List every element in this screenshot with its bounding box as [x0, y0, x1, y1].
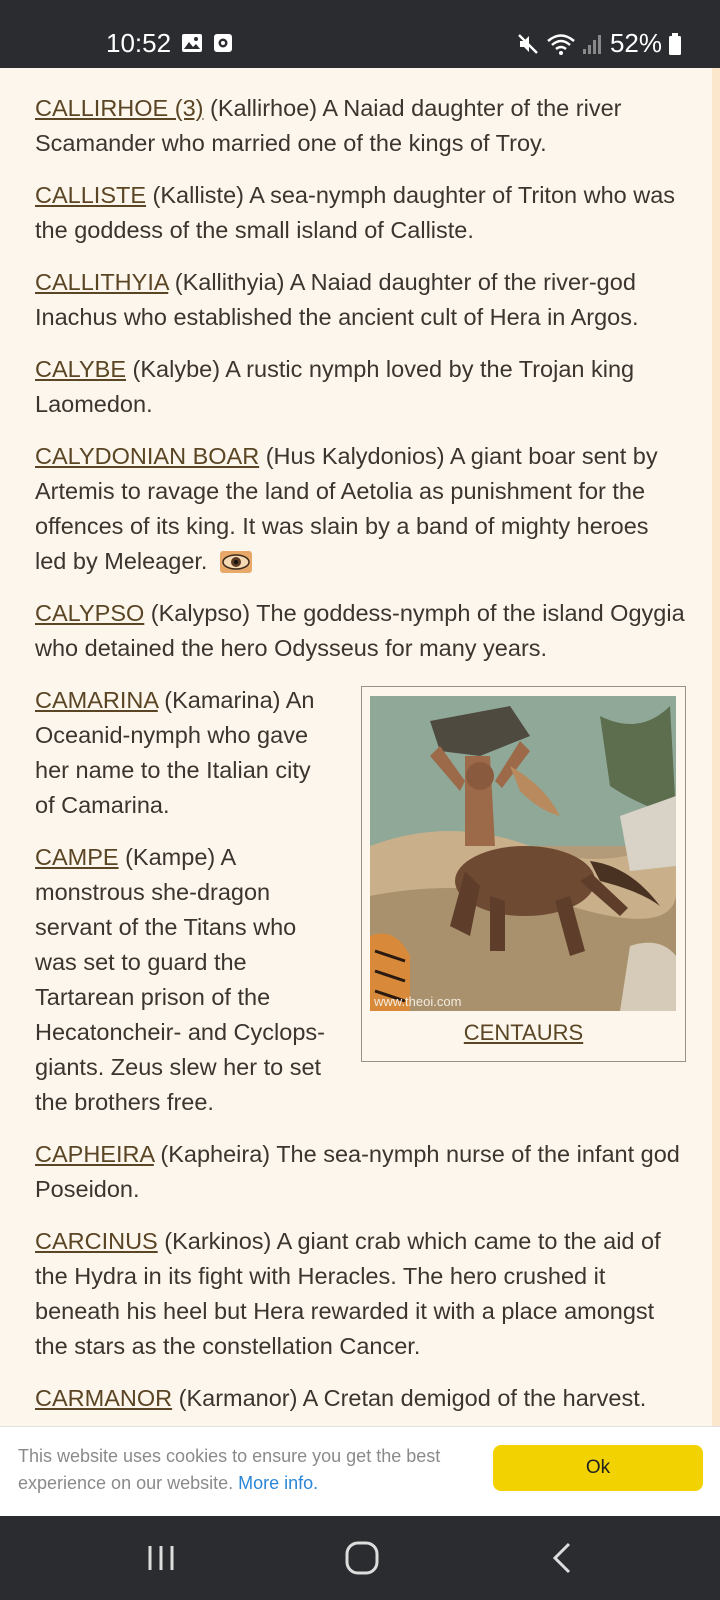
entry-link[interactable]: CARMANOR	[35, 1385, 172, 1411]
screen-record-icon	[214, 34, 232, 52]
cookie-banner: This website uses cookies to ensure you …	[0, 1426, 720, 1516]
status-time: 10:52	[106, 28, 172, 58]
system-nav-bar	[0, 1516, 720, 1600]
entry-link[interactable]: CALLISTE	[35, 182, 146, 208]
entry-link[interactable]: CALLITHYIA	[35, 269, 168, 295]
entry-link[interactable]: CAPHEIRA	[35, 1141, 154, 1167]
back-icon[interactable]	[543, 1538, 583, 1578]
cookie-text: This website uses cookies to ensure you …	[18, 1443, 458, 1497]
entry-link[interactable]: CAMPE	[35, 844, 119, 870]
more-info-link[interactable]: More info.	[238, 1473, 318, 1493]
entry-calypso: CALYPSO (Kalypso) The goddess-nymph of t…	[35, 596, 685, 666]
entry-calliste: CALLISTE (Kalliste) A sea-nymph daughter…	[35, 178, 685, 248]
status-icons-left	[181, 33, 233, 53]
entry-link[interactable]: CALYDONIAN BOAR	[35, 443, 259, 469]
article-page: CALLIRHOE (3) (Kallirhoe) A Naiad daught…	[0, 68, 720, 1515]
entry-campe: CAMPE (Kampe) A monstrous she-dragon ser…	[35, 840, 335, 1120]
cookie-message: This website uses cookies to ensure you …	[18, 1446, 441, 1493]
battery-percent: 52%	[609, 28, 662, 58]
entry-text: (Karmanor) A Cretan demigod of the harve…	[172, 1385, 647, 1411]
entry-calybe: CALYBE (Kalybe) A rustic nymph loved by …	[35, 352, 685, 422]
entry-link[interactable]: CALYBE	[35, 356, 126, 382]
figure-caption-link[interactable]: CENTAURS	[362, 1020, 685, 1046]
entry-link[interactable]: CAMARINA	[35, 687, 158, 713]
centaur-mosaic-image[interactable]: www.theoi.com	[370, 696, 676, 1011]
home-icon[interactable]	[342, 1538, 382, 1578]
entry-link[interactable]: CALLIRHOE (3)	[35, 95, 203, 121]
page-edge	[712, 68, 720, 1515]
entry-text: (Kampe) A monstrous she-dragon servant o…	[35, 844, 325, 1115]
recent-apps-icon[interactable]	[141, 1538, 181, 1578]
entry-link[interactable]: CALYPSO	[35, 600, 144, 626]
battery-icon	[669, 32, 681, 55]
figure-centaurs: www.theoi.com CENTAURS	[361, 686, 686, 1062]
cookie-ok-button[interactable]: Ok	[493, 1445, 703, 1491]
entry-callithyia: CALLITHYIA (Kallithyia) A Naiad daughter…	[35, 265, 685, 335]
mute-icon	[518, 33, 538, 54]
entry-carmanor: CARMANOR (Karmanor) A Cretan demigod of …	[35, 1381, 685, 1416]
watermark-text: www.theoi.com	[373, 994, 461, 1009]
entry-calydonian-boar: CALYDONIAN BOAR (Hus Kalydonios) A giant…	[35, 439, 685, 579]
status-icons-right: 52%	[516, 28, 682, 59]
entry-capheira: CAPHEIRA (Kapheira) The sea-nymph nurse …	[35, 1137, 685, 1207]
entry-link[interactable]: CARCINUS	[35, 1228, 158, 1254]
status-bar: 10:52 52%	[0, 0, 720, 68]
image-icon	[182, 34, 202, 52]
wifi-icon	[547, 33, 575, 55]
entry-callirhoe: CALLIRHOE (3) (Kallirhoe) A Naiad daught…	[35, 91, 685, 161]
entry-camarina: CAMARINA (Kamarina) An Oceanid-nymph who…	[35, 683, 330, 823]
signal-icon	[582, 34, 601, 54]
entry-carcinus: CARCINUS (Karkinos) A giant crab which c…	[35, 1224, 685, 1364]
eye-icon[interactable]	[219, 551, 252, 573]
